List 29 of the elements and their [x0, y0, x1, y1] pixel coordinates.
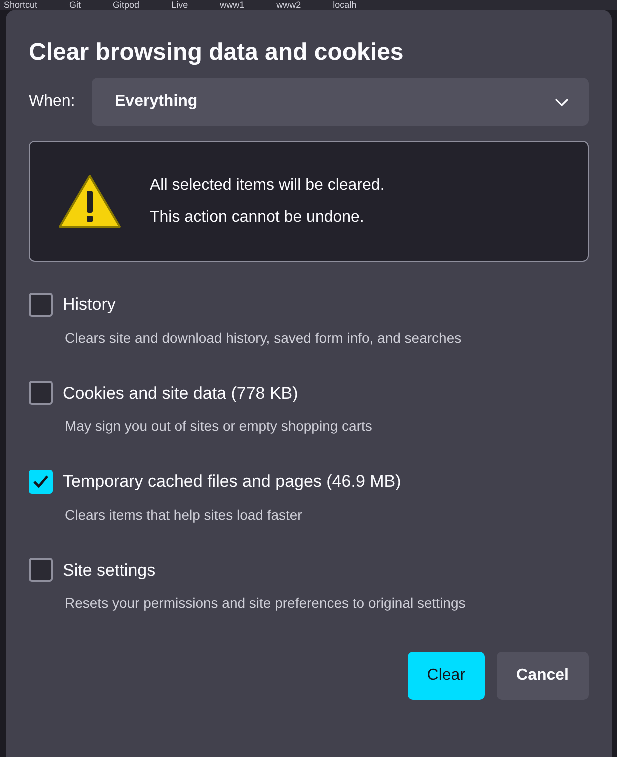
- option-description: Resets your permissions and site preferences to original settings: [65, 594, 467, 613]
- clear-button[interactable]: Clear: [408, 652, 485, 700]
- bookmark-item[interactable]: localh: [333, 1, 357, 10]
- warning-text: This action cannot be undone.: [150, 208, 366, 228]
- checkbox[interactable]: [29, 292, 53, 317]
- option-description: May sign you out of sites or empty shopping carts: [65, 417, 374, 436]
- bookmark-item[interactable]: Gitpod: [113, 1, 140, 10]
- option-label[interactable]: Site settings: [63, 558, 156, 583]
- option-label[interactable]: Cookies and site data (778 KB): [63, 380, 298, 406]
- bookmark-item[interactable]: www2: [276, 1, 302, 10]
- bookmark-item[interactable]: www1: [220, 1, 245, 10]
- when-dropdown[interactable]: Everything: [92, 78, 589, 126]
- warning-text: All selected items will be cleared.: [150, 176, 385, 196]
- warning-icon: [58, 174, 122, 230]
- checkbox[interactable]: [29, 558, 53, 582]
- bookmark-item[interactable]: Shortcut: [4, 1, 38, 10]
- option-description: Clears items that help sites load faster: [65, 506, 304, 525]
- option-label[interactable]: Temporary cached files and pages (46.9 MB): [63, 469, 402, 494]
- checkbox[interactable]: [29, 381, 53, 406]
- cancel-button[interactable]: Cancel: [496, 652, 589, 700]
- checkmark-icon: [33, 475, 49, 488]
- when-label: When:: [29, 92, 76, 112]
- option-description: Clears site and download history, saved form info, and searches: [65, 328, 463, 348]
- checkbox[interactable]: [29, 470, 53, 494]
- bookmark-item[interactable]: Git: [70, 1, 82, 10]
- option-label[interactable]: History: [63, 292, 116, 318]
- bookmark-item[interactable]: Live: [172, 1, 188, 10]
- dialog-title: Clear browsing data and cookies: [29, 38, 405, 68]
- chevron-down-icon: [555, 98, 569, 106]
